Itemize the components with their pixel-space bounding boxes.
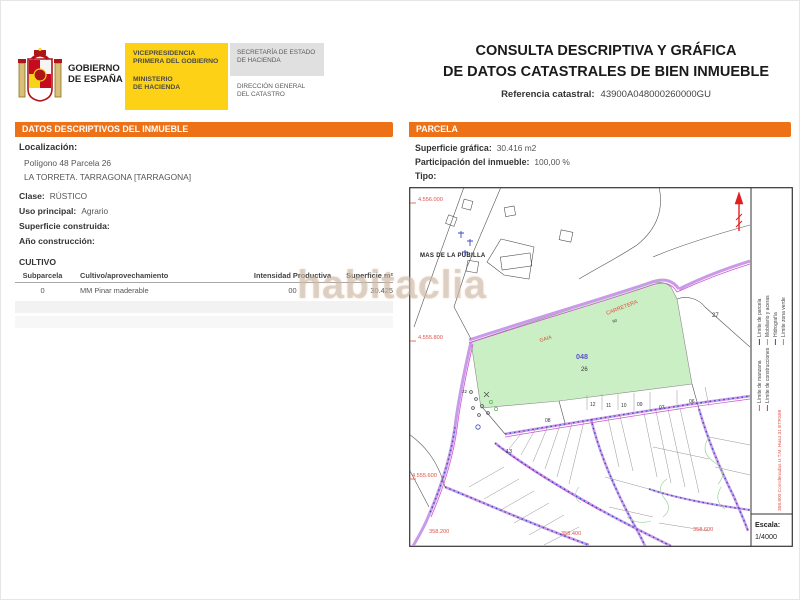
coord-358600: 358.600	[693, 527, 713, 533]
parcel-10: 10	[621, 403, 627, 409]
parcel-07: 07	[659, 405, 665, 411]
field-tipo: Tipo:	[415, 171, 441, 181]
superficie-grafica-value: 30.416 m2	[497, 143, 537, 153]
col-subparcela: Subparcela	[15, 271, 70, 280]
coord-358200: 358.200	[429, 529, 449, 535]
vicepresidencia-line2: PRIMERA DEL GOBIERNO	[133, 58, 228, 66]
utm-coordinates-label: 358.800 Coordenadas U.T.M. Huso 31 ETRS8…	[777, 409, 783, 511]
superficie-grafica-label: Superficie gráfica:	[415, 143, 492, 153]
ministerio-line1: MINISTERIO	[133, 76, 228, 84]
uso-value: Agrario	[81, 206, 108, 216]
col-superficie: Superficie m²	[340, 271, 393, 280]
parcel-code-048: 048	[576, 352, 588, 361]
table-empty-stripe	[15, 301, 393, 313]
title-line1: CONSULTA DESCRIPTIVA Y GRÁFICA	[421, 43, 791, 59]
field-superficie-grafica: Superficie gráfica: 30.416 m2	[415, 143, 536, 153]
cell-intensidad: 00	[245, 286, 340, 295]
uso-label: Uso principal:	[19, 206, 76, 216]
parcel-12: 12	[590, 402, 596, 408]
direccion-line2: DEL CATASTRO	[237, 91, 324, 99]
field-participacion: Participación del inmueble: 100,00 %	[415, 157, 570, 167]
coord-4555800: 4.555.800	[418, 335, 443, 341]
secretaria-line1: SECRETARÍA DE ESTADO	[237, 49, 324, 57]
referencia-label: Referencia catastral:	[501, 89, 594, 100]
coord-358400: 358.400	[561, 531, 581, 537]
cell-superficie: 30.425	[340, 286, 393, 295]
localizacion-label: Localización:	[19, 142, 77, 152]
title-line2: DE DATOS CATASTRALES DE BIEN INMUEBLE	[421, 64, 791, 80]
svg-text:358.800 Coordenadas U.T.M. Hus: 358.800 Coordenadas U.T.M. Huso 31 ETRS8…	[777, 409, 783, 511]
col-intensidad: Intensidad Productiva	[245, 271, 340, 280]
parcel-26: 26	[581, 367, 588, 373]
coord-4555600: 4.555.600	[412, 473, 437, 479]
superficie-construida-label: Superficie construida:	[19, 221, 110, 231]
cell-cultivo: MM Pinar maderable	[70, 286, 245, 295]
section-header-datos-descriptivos: DATOS DESCRIPTIVOS DEL INMUEBLE	[15, 122, 393, 137]
anio-label: Año construcción:	[19, 236, 95, 246]
coord-4556000: 4.556.000	[418, 197, 443, 203]
document-title: CONSULTA DESCRIPTIVA Y GRÁFICA DE DATOS …	[421, 43, 791, 100]
cell-subparcela: 0	[15, 286, 70, 295]
secretaria-line2: DE HACIENDA	[237, 57, 324, 65]
referencia-value: 43900A048000260000GU	[601, 89, 711, 100]
clase-label: Clase:	[19, 191, 45, 201]
cultivo-table: Subparcela Cultivo/aprovechamiento Inten…	[15, 271, 393, 328]
escala-value: 1/4000	[755, 532, 777, 541]
clase-value: RÚSTICO	[50, 191, 87, 201]
parcel-09: 09	[637, 402, 643, 408]
direccion-line1: DIRECCIÓN GENERAL	[237, 83, 324, 91]
section-header-parcela: PARCELA	[409, 122, 791, 137]
cadastral-map-svg: 4.556.000 4.555.800 4.555.600 358.200 35…	[409, 187, 793, 547]
table-row: 0 MM Pinar maderable 00 30.425	[15, 286, 393, 295]
field-superficie-construida: Superficie construida:	[19, 221, 115, 231]
cultivo-title: CULTIVO	[19, 257, 56, 267]
field-clase: Clase: RÚSTICO	[19, 191, 87, 201]
svg-text:Límite de manzana: Límite de manzana	[757, 360, 763, 403]
referencia-catastral: Referencia catastral: 43900A048000260000G…	[421, 89, 791, 100]
ministry-yellow-box: VICEPRESIDENCIA PRIMERA DEL GOBIERNO MIN…	[125, 43, 228, 110]
participacion-value: 100,00 %	[534, 157, 569, 167]
parcel-27: 27	[712, 313, 719, 319]
cadastral-document-page: GOBIERNO DE ESPAÑA VICEPRESIDENCIA PRIME…	[0, 0, 800, 600]
legend-zona-verde: Límite zona verde	[781, 297, 787, 345]
parcel-22: 22	[462, 389, 468, 394]
place-label-mas-de-la-pubilla: MAS DE LA PUBILLA	[420, 253, 486, 259]
secretaria-gray-box: SECRETARÍA DE ESTADO DE HACIENDA DIRECCI…	[230, 43, 324, 110]
legend-mobiliario: Mobiliario y aceras	[765, 295, 771, 345]
parcel-06: 06	[689, 399, 695, 405]
svg-text:Límite de parcela: Límite de parcela	[757, 298, 763, 337]
parcel-11: 11	[606, 403, 611, 409]
participacion-label: Participación del inmueble:	[415, 157, 529, 167]
field-anio-construccion: Año construcción:	[19, 236, 100, 246]
svg-text:Límite de construcciones: Límite de construcciones	[765, 347, 771, 403]
cadastral-map: 4.556.000 4.555.800 4.555.600 358.200 35…	[409, 187, 793, 547]
escala-label: Escala:	[755, 520, 780, 529]
ministerio-line2: DE HACIENDA	[133, 84, 228, 92]
svg-text:Hidrografía: Hidrografía	[773, 312, 779, 337]
svg-text:Límite zona verde: Límite zona verde	[781, 297, 787, 337]
localizacion-line1: Polígono 48 Parcela 26	[24, 158, 111, 168]
parcel-08: 08	[545, 418, 551, 424]
localizacion-line2: LA TORRETA. TARRAGONA [TARRAGONA]	[24, 172, 191, 182]
cultivo-table-header: Subparcela Cultivo/aprovechamiento Inten…	[15, 271, 393, 283]
col-cultivo: Cultivo/aprovechamiento	[70, 271, 245, 280]
parcel-13: 13	[506, 449, 512, 455]
legend-manzana: Límite de manzana	[757, 360, 763, 411]
svg-text:Mobiliario y aceras: Mobiliario y aceras	[765, 295, 771, 337]
gobierno-espana-label: GOBIERNO DE ESPAÑA	[68, 63, 123, 85]
table-empty-stripe	[15, 316, 393, 328]
legend-construcciones: Límite de construcciones	[765, 347, 771, 411]
field-uso-principal: Uso principal: Agrario	[19, 206, 108, 216]
tipo-label: Tipo:	[415, 171, 436, 181]
spain-coat-of-arms	[17, 47, 63, 107]
vicepresidencia-line1: VICEPRESIDENCIA	[133, 50, 228, 58]
